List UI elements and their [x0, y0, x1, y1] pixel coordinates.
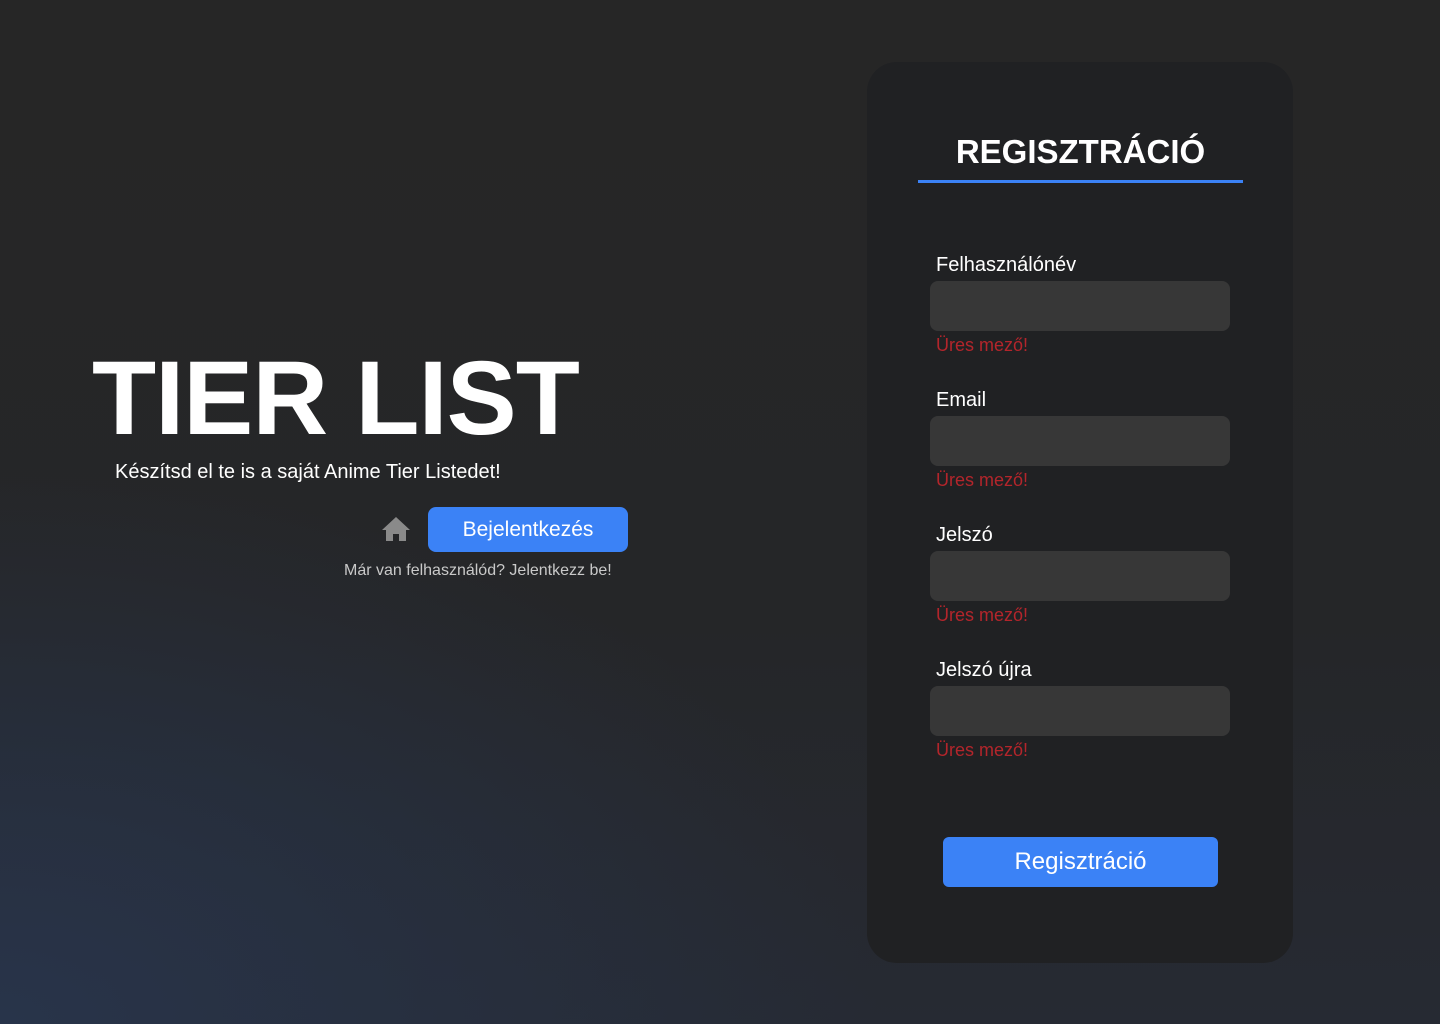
- register-title: REGISZTRÁCIÓ: [955, 133, 1206, 170]
- password-confirm-input[interactable]: [930, 686, 1230, 736]
- hero-title: TIER LIST: [92, 340, 580, 457]
- login-hint: Már van felhasználód? Jelentkezz be!: [344, 562, 612, 579]
- login-button[interactable]: Bejelentkezés: [428, 507, 628, 552]
- password-confirm-error: Üres mező!: [936, 740, 1029, 760]
- username-label: Felhasználónév: [936, 254, 1077, 276]
- register-card: REGISZTRÁCIÓ Felhasználónév Üres mező! E…: [867, 62, 1293, 963]
- title-underline: [918, 180, 1243, 183]
- email-label: Email: [936, 389, 987, 411]
- email-error: Üres mező!: [936, 470, 1029, 490]
- username-input[interactable]: [930, 281, 1230, 331]
- password-confirm-label: Jelszó újra: [936, 659, 1032, 681]
- home-icon[interactable]: [380, 515, 412, 543]
- username-error: Üres mező!: [936, 335, 1029, 355]
- password-label: Jelszó: [936, 524, 993, 546]
- password-error: Üres mező!: [936, 605, 1029, 625]
- hero-subtitle: Készítsd el te is a saját Anime Tier Lis…: [115, 461, 501, 483]
- password-input[interactable]: [930, 551, 1230, 601]
- register-button[interactable]: Regisztráció: [943, 837, 1218, 887]
- email-input[interactable]: [930, 416, 1230, 466]
